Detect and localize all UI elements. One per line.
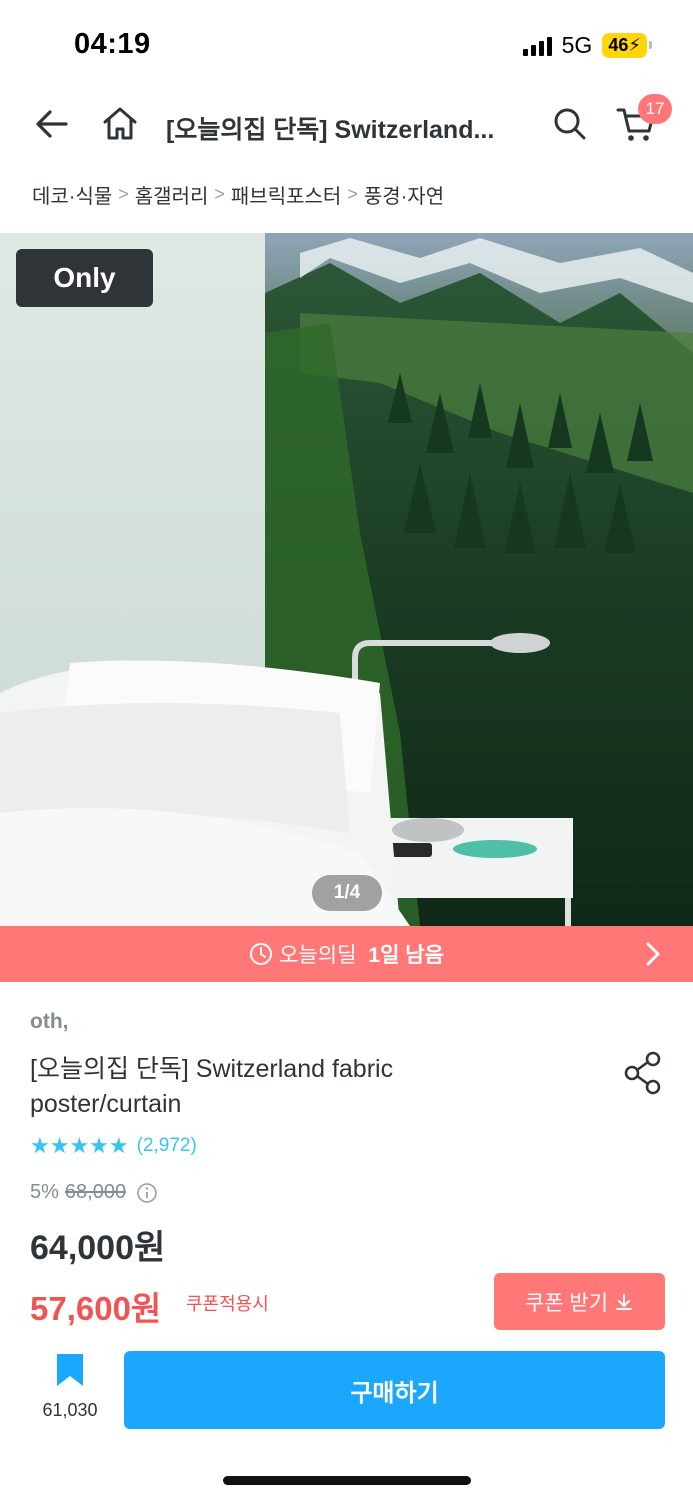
coupon-button-label: 쿠폰 받기 bbox=[524, 1291, 609, 1315]
product-title: [오늘의집 단독] Switzerland fabric poster/curt… bbox=[30, 1055, 394, 1118]
page-title: [오늘의집 단독] Switzerland... bbox=[166, 116, 495, 144]
coupon-note: 쿠폰적용시 bbox=[186, 1294, 269, 1314]
coupon-price: 57,600원 bbox=[30, 1290, 162, 1327]
chevron-right-icon: > bbox=[214, 184, 225, 204]
scrap-button[interactable]: 61,030 bbox=[30, 1352, 110, 1432]
breadcrumb-item[interactable]: 홈갤러리 bbox=[135, 180, 209, 209]
search-button[interactable] bbox=[546, 100, 594, 148]
bookmark-icon bbox=[57, 1354, 83, 1386]
cart-count-badge: 17 bbox=[638, 94, 672, 124]
back-button[interactable] bbox=[28, 100, 76, 148]
chevron-right-icon: > bbox=[347, 184, 358, 204]
deal-remaining: 1일 남음 bbox=[368, 944, 444, 967]
search-icon bbox=[554, 108, 586, 140]
product-image-carousel[interactable]: Only 1/4 bbox=[0, 233, 693, 926]
home-button[interactable] bbox=[96, 100, 144, 148]
battery-level: 46 bbox=[608, 35, 629, 55]
chevron-right-icon: > bbox=[118, 184, 129, 204]
home-indicator bbox=[223, 1476, 471, 1485]
signal-icon bbox=[522, 36, 552, 56]
status-bar: 04:19 5G 46⚡ bbox=[0, 0, 693, 90]
todays-deal-banner[interactable]: 오늘의딜 1일 남음 bbox=[0, 926, 693, 982]
arrow-left-icon bbox=[36, 110, 68, 138]
home-icon bbox=[103, 107, 137, 140]
share-button[interactable] bbox=[622, 1050, 664, 1101]
get-coupon-button[interactable]: 쿠폰 받기 bbox=[494, 1273, 665, 1330]
status-time: 04:19 bbox=[74, 28, 151, 60]
breadcrumb: 데코·식물 > 홈갤러리 > 패브릭포스터 > 풍경·자연 bbox=[32, 180, 444, 209]
share-icon bbox=[624, 1051, 661, 1095]
star-rating-icon: ★★★★★ bbox=[30, 1133, 129, 1158]
buy-button[interactable]: 구매하기 bbox=[124, 1351, 665, 1429]
original-price: 68,000 bbox=[64, 1181, 127, 1203]
discount-row: 5% 68,000 bbox=[30, 1181, 158, 1204]
breadcrumb-item[interactable]: 데코·식물 bbox=[32, 180, 112, 209]
breadcrumb-item[interactable]: 풍경·자연 bbox=[364, 180, 444, 209]
info-icon bbox=[137, 1182, 157, 1203]
network-label: 5G bbox=[561, 32, 593, 58]
clock-icon bbox=[250, 943, 273, 965]
rating[interactable]: ★★★★★ (2,972) bbox=[30, 1133, 197, 1159]
discount-rate: 5% bbox=[30, 1181, 59, 1203]
battery-icon: 46⚡ bbox=[602, 33, 652, 58]
breadcrumb-item[interactable]: 패브릭포스터 bbox=[231, 180, 341, 209]
scrap-count: 61,030 bbox=[42, 1400, 98, 1420]
download-icon bbox=[616, 1293, 633, 1310]
review-count: (2,972) bbox=[136, 1135, 197, 1156]
brand-name[interactable]: oth, bbox=[30, 1010, 68, 1034]
sale-price: 64,000원 bbox=[30, 1229, 166, 1267]
status-indicators: 5G 46⚡ bbox=[522, 32, 652, 59]
image-pager: 1/4 bbox=[312, 875, 382, 911]
chevron-right-icon bbox=[646, 942, 660, 966]
top-nav: [오늘의집 단독] Switzerland... bbox=[0, 90, 693, 160]
deal-label: 오늘의딜 bbox=[279, 944, 357, 967]
product-photo bbox=[0, 233, 693, 926]
only-badge: Only bbox=[16, 249, 153, 307]
